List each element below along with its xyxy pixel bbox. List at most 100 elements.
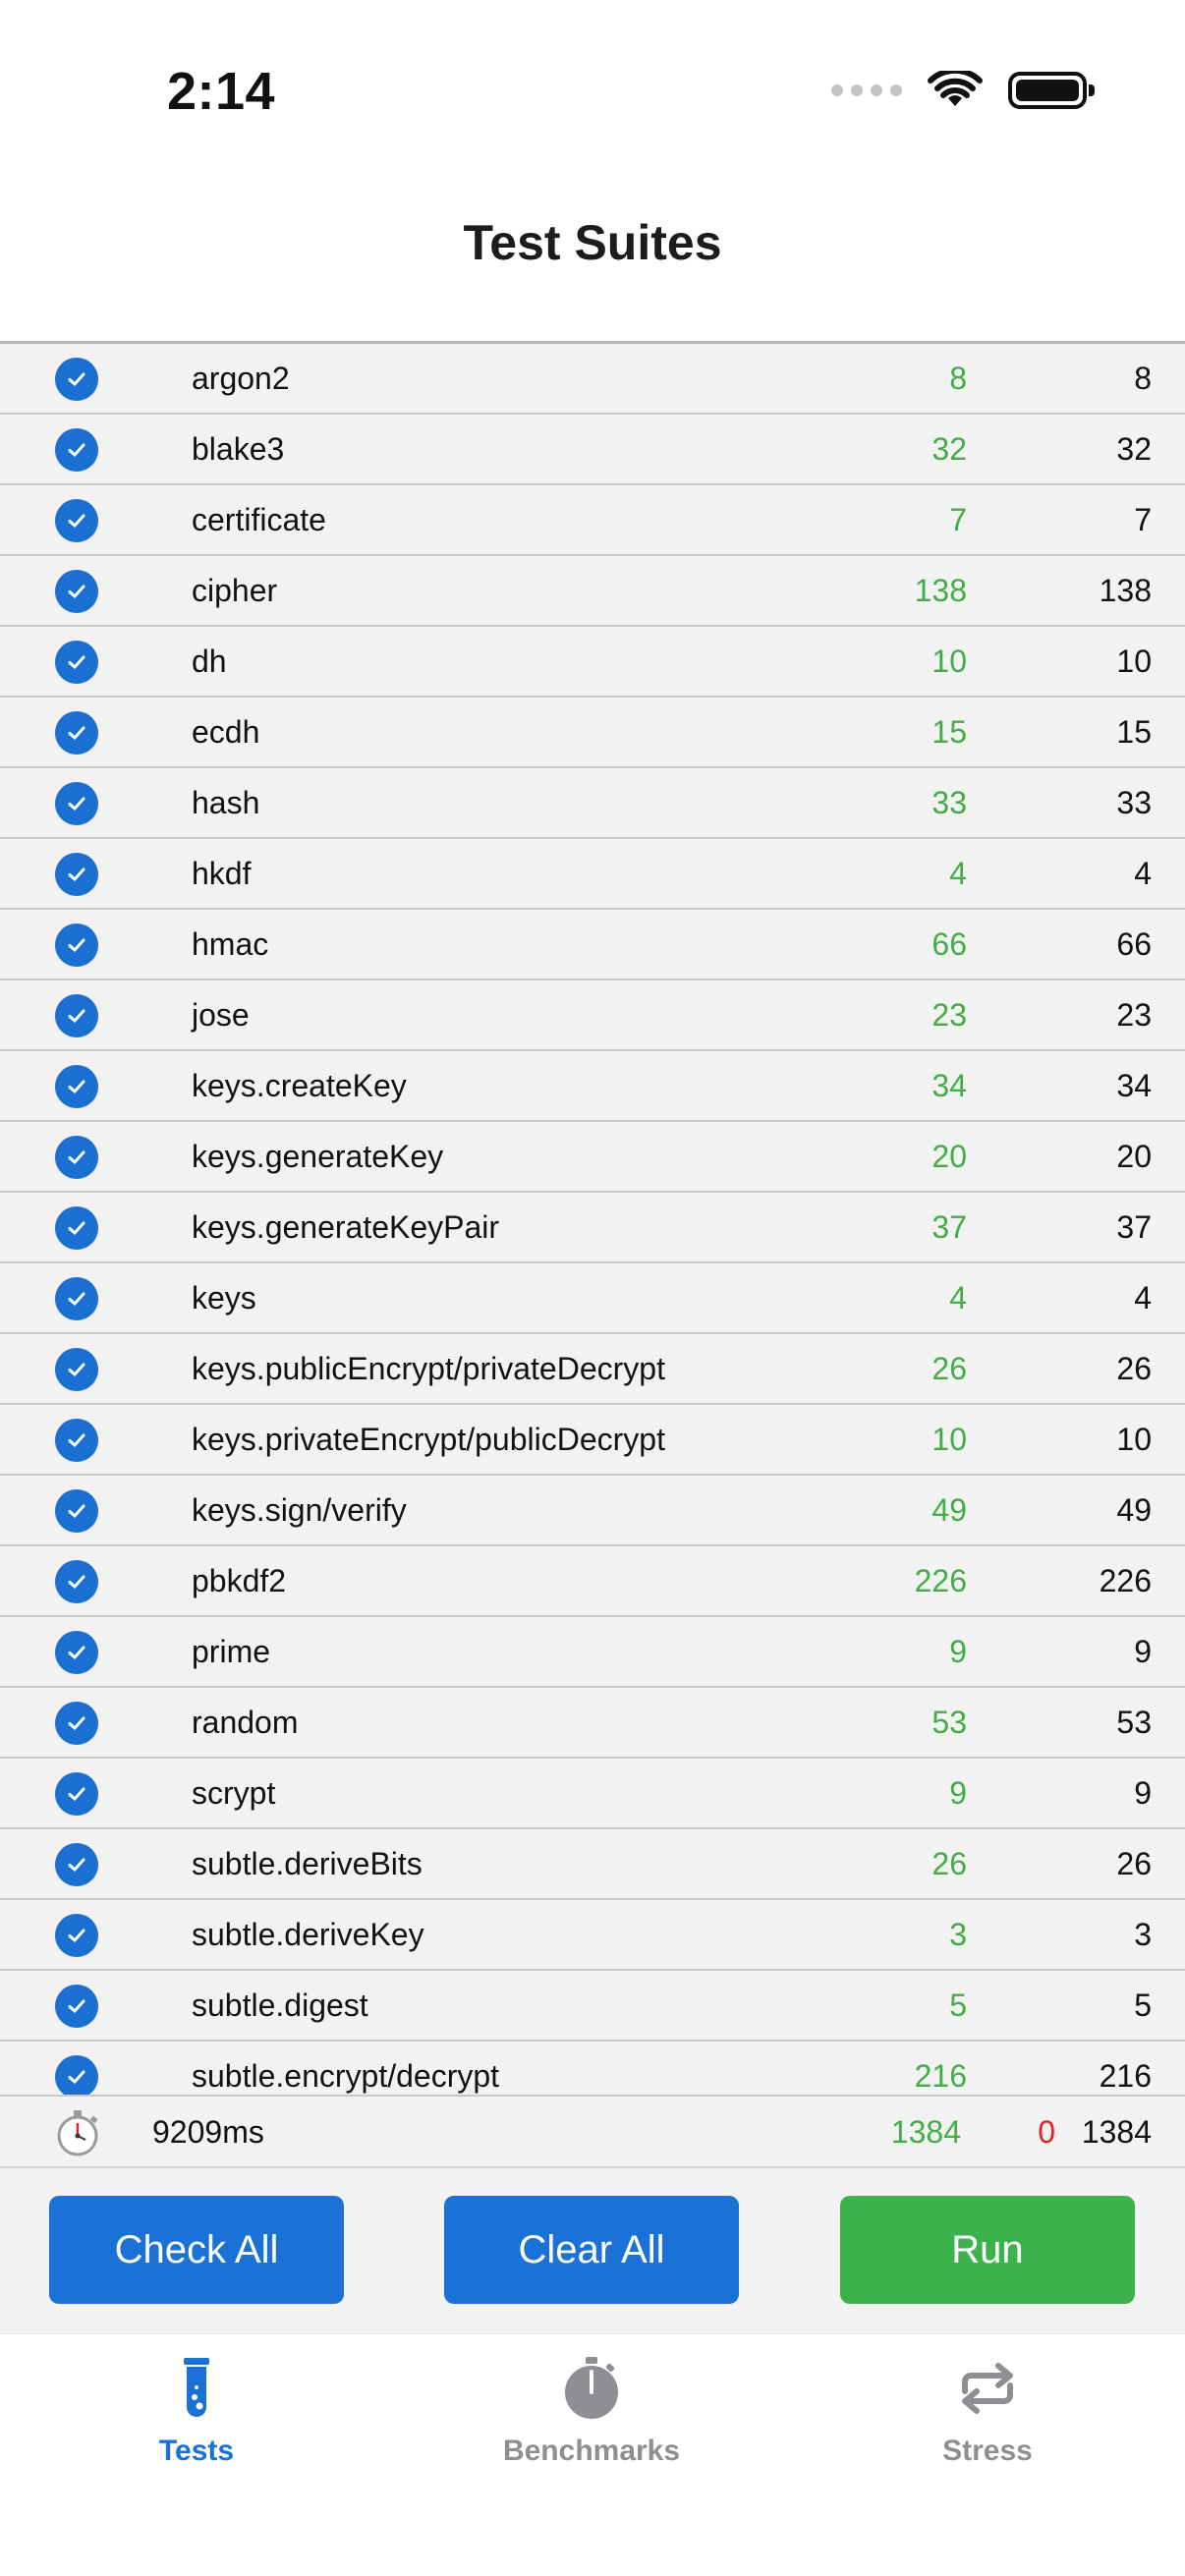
suite-row[interactable]: keys.sign/verify 49 49 xyxy=(0,1476,1185,1546)
suite-name: argon2 xyxy=(192,360,290,396)
checkbox-checked-icon[interactable] xyxy=(55,1489,98,1533)
checkbox-checked-icon[interactable] xyxy=(55,924,98,967)
suite-total-count: 20 xyxy=(1116,1138,1152,1174)
checkbox-checked-icon[interactable] xyxy=(55,1772,98,1816)
suite-row[interactable]: hkdf 4 4 xyxy=(0,839,1185,910)
suite-total-count: 5 xyxy=(1134,1987,1152,2023)
checkbox-checked-icon[interactable] xyxy=(55,1560,98,1603)
suite-name: cipher xyxy=(192,572,278,608)
suite-name: keys.publicEncrypt/privateDecrypt xyxy=(192,1350,665,1386)
suite-total-count: 9 xyxy=(1134,1633,1152,1669)
suite-passed-count: 226 xyxy=(914,1562,967,1598)
suite-name: keys.generateKey xyxy=(192,1138,444,1174)
suite-row[interactable]: prime 9 9 xyxy=(0,1617,1185,1688)
checkbox-checked-icon[interactable] xyxy=(55,1206,98,1250)
checkbox-checked-icon[interactable] xyxy=(55,782,98,825)
suite-row[interactable]: keys 4 4 xyxy=(0,1263,1185,1334)
suite-name: prime xyxy=(192,1633,271,1669)
checkbox-checked-icon[interactable] xyxy=(55,1065,98,1108)
summary-passed-count: 1384 xyxy=(890,2114,961,2150)
suite-row[interactable]: hmac 66 66 xyxy=(0,910,1185,980)
checkbox-checked-icon[interactable] xyxy=(55,499,98,542)
tab-tests[interactable]: Tests xyxy=(49,2354,344,2492)
suite-name: blake3 xyxy=(192,430,285,467)
stopwatch-icon xyxy=(57,2110,98,2156)
suite-name: certificate xyxy=(192,501,326,537)
suite-total-count: 23 xyxy=(1116,996,1152,1033)
suite-name: hash xyxy=(192,784,260,820)
suite-passed-count: 8 xyxy=(949,360,967,396)
checkbox-checked-icon[interactable] xyxy=(55,1277,98,1320)
suite-row[interactable]: subtle.deriveBits 26 26 xyxy=(0,1829,1185,1900)
suite-row[interactable]: subtle.deriveKey 3 3 xyxy=(0,1900,1185,1971)
checkbox-checked-icon[interactable] xyxy=(55,711,98,755)
suite-name: subtle.deriveKey xyxy=(192,1916,424,1952)
checkbox-checked-icon[interactable] xyxy=(55,994,98,1037)
stopwatch-icon xyxy=(565,2357,618,2419)
clear-all-button[interactable]: Clear All xyxy=(444,2196,739,2304)
suite-row[interactable]: scrypt 9 9 xyxy=(0,1759,1185,1829)
suite-row[interactable]: subtle.digest 5 5 xyxy=(0,1971,1185,2042)
suite-row[interactable]: dh 10 10 xyxy=(0,627,1185,698)
cellular-signal-icon xyxy=(831,84,902,96)
check-all-button[interactable]: Check All xyxy=(49,2196,344,2304)
suite-total-count: 66 xyxy=(1116,925,1152,962)
suite-row[interactable]: keys.generateKeyPair 37 37 xyxy=(0,1193,1185,1263)
run-button[interactable]: Run xyxy=(840,2196,1135,2304)
checkbox-checked-icon[interactable] xyxy=(55,428,98,472)
checkbox-checked-icon[interactable] xyxy=(55,570,98,613)
checkbox-checked-icon[interactable] xyxy=(55,358,98,401)
status-icons xyxy=(831,71,1095,110)
suite-passed-count: 34 xyxy=(931,1067,967,1103)
checkbox-checked-icon[interactable] xyxy=(55,1136,98,1179)
suite-row[interactable]: argon2 8 8 xyxy=(0,344,1185,415)
summary-failed-count: 0 xyxy=(1038,2114,1055,2150)
checkbox-checked-icon[interactable] xyxy=(55,1348,98,1391)
suite-row[interactable]: pbkdf2 226 226 xyxy=(0,1546,1185,1617)
tab-benchmarks[interactable]: Benchmarks xyxy=(444,2354,739,2492)
suite-row[interactable]: subtle.encrypt/decrypt 216 216 xyxy=(0,2042,1185,2095)
checkbox-checked-icon[interactable] xyxy=(55,2055,98,2095)
suite-passed-count: 49 xyxy=(931,1491,967,1528)
checkbox-checked-icon[interactable] xyxy=(55,1985,98,2028)
suite-name: subtle.digest xyxy=(192,1987,368,2023)
suite-row[interactable]: keys.createKey 34 34 xyxy=(0,1051,1185,1122)
tab-stress[interactable]: Stress xyxy=(840,2354,1135,2492)
suite-row[interactable]: blake3 32 32 xyxy=(0,415,1185,485)
suite-total-count: 34 xyxy=(1116,1067,1152,1103)
summary-elapsed-time: 9209ms xyxy=(152,2114,264,2150)
checkbox-checked-icon[interactable] xyxy=(55,853,98,896)
checkbox-checked-icon[interactable] xyxy=(55,1914,98,1957)
suite-total-count: 26 xyxy=(1116,1845,1152,1881)
suite-total-count: 53 xyxy=(1116,1704,1152,1740)
suite-row[interactable]: random 53 53 xyxy=(0,1688,1185,1759)
suite-name: subtle.deriveBits xyxy=(192,1845,423,1881)
suite-name: keys xyxy=(192,1279,256,1316)
checkbox-checked-icon[interactable] xyxy=(55,1419,98,1462)
suite-name: keys.createKey xyxy=(192,1067,407,1103)
suite-passed-count: 138 xyxy=(914,572,967,608)
suite-name: keys.sign/verify xyxy=(192,1491,407,1528)
suite-row[interactable]: keys.generateKey 20 20 xyxy=(0,1122,1185,1193)
suite-passed-count: 66 xyxy=(931,925,967,962)
suite-name: subtle.encrypt/decrypt xyxy=(192,2057,500,2094)
suite-row[interactable]: hash 33 33 xyxy=(0,768,1185,839)
suite-row[interactable]: ecdh 15 15 xyxy=(0,698,1185,768)
suite-name: jose xyxy=(192,996,250,1033)
suite-row[interactable]: jose 23 23 xyxy=(0,980,1185,1051)
checkbox-checked-icon[interactable] xyxy=(55,1843,98,1886)
suite-row[interactable]: keys.privateEncrypt/publicDecrypt 10 10 xyxy=(0,1405,1185,1476)
repeat-icon xyxy=(962,2363,1013,2414)
suite-list[interactable]: argon2 8 8 blake3 32 32 certificate 7 7 cipher 138… xyxy=(0,344,1185,2095)
suite-row[interactable]: certificate 7 7 xyxy=(0,485,1185,556)
suite-row[interactable]: cipher 138 138 xyxy=(0,556,1185,627)
checkbox-checked-icon[interactable] xyxy=(55,1702,98,1745)
suite-row[interactable]: keys.publicEncrypt/privateDecrypt 26 26 xyxy=(0,1334,1185,1405)
checkbox-checked-icon[interactable] xyxy=(55,641,98,684)
suite-total-count: 9 xyxy=(1134,1774,1152,1811)
suite-name: keys.privateEncrypt/publicDecrypt xyxy=(192,1421,665,1457)
suite-name: keys.generateKeyPair xyxy=(192,1208,500,1245)
status-bar: 2:14 xyxy=(0,0,1185,187)
checkbox-checked-icon[interactable] xyxy=(55,1631,98,1674)
suite-total-count: 15 xyxy=(1116,713,1152,750)
